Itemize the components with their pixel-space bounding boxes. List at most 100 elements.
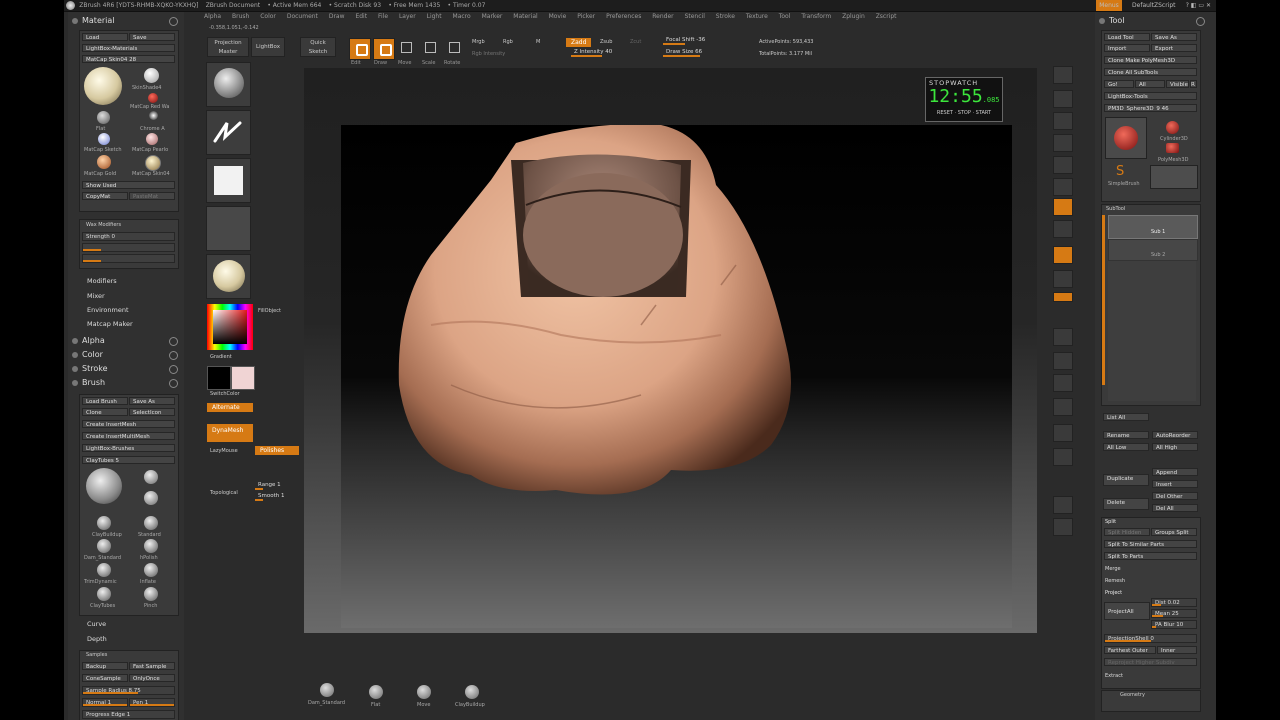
environment-section[interactable]: Environment bbox=[87, 306, 129, 314]
solo-button[interactable] bbox=[1053, 496, 1073, 514]
blank-slider[interactable] bbox=[255, 457, 301, 466]
select-icon-button[interactable]: SelectIcon bbox=[129, 408, 175, 416]
current-brush-slider[interactable]: ClayTubes 5 bbox=[82, 456, 175, 464]
lightbox-button[interactable]: LightBox bbox=[251, 37, 285, 57]
secondary-color-swatch[interactable] bbox=[231, 366, 255, 390]
menu-item[interactable]: Picker bbox=[577, 13, 595, 20]
spix-button[interactable] bbox=[1053, 90, 1073, 108]
lightbox-brushes-button[interactable]: LightBox›Brushes bbox=[82, 444, 175, 452]
rgb-button[interactable]: Rgb bbox=[503, 39, 513, 45]
curve-section[interactable]: Curve bbox=[87, 620, 106, 628]
menus-button[interactable]: Menus bbox=[1096, 0, 1122, 11]
polishes-button[interactable]: Polishes bbox=[255, 446, 299, 455]
save-brush-button[interactable]: Save As bbox=[129, 397, 175, 405]
brush-swatch[interactable] bbox=[97, 563, 111, 577]
load-material-button[interactable]: Load bbox=[82, 33, 128, 41]
insert-button[interactable]: Insert bbox=[1152, 480, 1198, 488]
brush-slot[interactable] bbox=[369, 685, 383, 699]
brush-thumbnail[interactable] bbox=[206, 62, 251, 107]
lightbox-materials-button[interactable]: LightBox›Materials bbox=[82, 44, 175, 52]
topological-button[interactable]: Topological bbox=[210, 490, 238, 496]
remesh-section[interactable]: Remesh bbox=[1105, 578, 1125, 584]
material-swatch[interactable] bbox=[144, 68, 159, 83]
geometry-label[interactable]: Geometry bbox=[1120, 692, 1145, 698]
mixer-section[interactable]: Mixer bbox=[87, 292, 105, 300]
brush-swatch[interactable] bbox=[144, 563, 158, 577]
polyf-button[interactable] bbox=[1053, 424, 1073, 442]
move-button[interactable] bbox=[396, 38, 416, 58]
xpose-button[interactable] bbox=[1053, 518, 1073, 536]
sample-radius-slider[interactable]: Sample Radius 8.75 bbox=[82, 686, 175, 695]
palette-float-icon[interactable] bbox=[169, 379, 178, 388]
current-material-preview[interactable] bbox=[84, 67, 122, 105]
mrgb-button[interactable]: Mrgb bbox=[472, 39, 485, 45]
tool-slot[interactable] bbox=[1150, 165, 1198, 189]
brush-swatch[interactable] bbox=[144, 539, 158, 553]
autoreorder-button[interactable]: AutoReorder bbox=[1152, 431, 1198, 439]
viewport[interactable]: STOPWATCH 12:55.085 RESET · STOP · START bbox=[304, 68, 1037, 633]
rgb-intensity-slider[interactable]: Rgb Intensity bbox=[472, 51, 505, 57]
draw-size-slider[interactable]: Draw Size 66 bbox=[663, 48, 735, 57]
floor-button[interactable] bbox=[1053, 220, 1073, 238]
brush-slot[interactable] bbox=[465, 685, 479, 699]
document-canvas[interactable] bbox=[341, 124, 1012, 628]
alpha-thumbnail[interactable] bbox=[206, 158, 251, 203]
brush-swatch[interactable] bbox=[144, 491, 158, 505]
zadd-button[interactable]: Zadd bbox=[566, 38, 592, 47]
menu-item[interactable]: Zplugin bbox=[842, 13, 865, 20]
save-material-button[interactable]: Save bbox=[129, 33, 175, 41]
scroll-button[interactable] bbox=[1053, 112, 1073, 130]
bpr-button[interactable] bbox=[1053, 66, 1073, 84]
all-low-button[interactable]: All Low bbox=[1103, 443, 1149, 451]
local-button[interactable] bbox=[1053, 246, 1073, 264]
farthest-outer-button[interactable]: Farthest Outer bbox=[1104, 646, 1156, 654]
mean-slider[interactable]: Mean 25 bbox=[1151, 609, 1197, 618]
rotate-view-button[interactable] bbox=[1053, 398, 1073, 416]
brush-swatch[interactable] bbox=[144, 470, 158, 484]
dist-slider[interactable]: Dist 0.02 bbox=[1151, 598, 1197, 607]
show-used-button[interactable]: Show Used bbox=[82, 181, 175, 189]
normal-slider[interactable]: Normal 1 bbox=[82, 698, 128, 707]
menu-item[interactable]: Render bbox=[652, 13, 673, 20]
menu-item[interactable]: Stencil bbox=[685, 13, 705, 20]
export-button[interactable]: Export bbox=[1151, 44, 1197, 52]
visible-button[interactable]: Visible bbox=[1166, 80, 1189, 88]
brush-slot[interactable] bbox=[320, 683, 334, 697]
depth-section[interactable]: Depth bbox=[87, 635, 107, 643]
menu-item[interactable]: Stroke bbox=[716, 13, 735, 20]
dynamesh-button[interactable]: DynaMesh bbox=[207, 424, 253, 442]
menu-item[interactable]: Alpha bbox=[204, 13, 221, 20]
current-brush-preview[interactable] bbox=[86, 468, 122, 504]
scale-button[interactable] bbox=[420, 38, 440, 58]
clone-make-polymesh-button[interactable]: Clone Make PolyMesh3D bbox=[1104, 56, 1197, 64]
modifiers-section[interactable]: Modifiers bbox=[87, 277, 117, 285]
palette-float-icon[interactable] bbox=[169, 17, 178, 26]
palette-float-icon[interactable] bbox=[169, 351, 178, 360]
material-swatch[interactable] bbox=[97, 155, 111, 169]
progress-edge-slider[interactable]: Progress Edge 1 bbox=[82, 710, 175, 719]
strength-slider[interactable]: Strength 0 bbox=[82, 232, 175, 241]
transp-button[interactable] bbox=[1053, 448, 1073, 466]
pen-slider[interactable]: Pen 1 bbox=[129, 698, 175, 707]
scale-view-button[interactable] bbox=[1053, 374, 1073, 392]
reproject-button[interactable]: Reproject Higher Subdiv bbox=[1104, 658, 1197, 666]
actual-button[interactable] bbox=[1053, 156, 1073, 174]
groups-split-button[interactable]: Groups Split bbox=[1151, 528, 1197, 536]
pastemat-button[interactable]: PasteMat bbox=[129, 192, 175, 200]
alpha-palette-title[interactable]: Alpha bbox=[68, 334, 184, 348]
all-high-button[interactable]: All High bbox=[1152, 443, 1198, 451]
menu-item[interactable]: Light bbox=[427, 13, 442, 20]
list-all-button[interactable]: List All bbox=[1103, 413, 1149, 421]
create-insertmesh-button[interactable]: Create InsertMesh bbox=[82, 420, 175, 428]
quick-sketch-button[interactable]: Quick Sketch bbox=[300, 37, 336, 57]
split-hidden-button[interactable]: Split Hidden bbox=[1104, 528, 1150, 536]
persp-button[interactable] bbox=[1053, 198, 1073, 216]
current-material-slider[interactable]: MatCap Skin04 28 bbox=[82, 55, 175, 63]
menu-item[interactable]: Zscript bbox=[876, 13, 897, 20]
inner-button[interactable]: Inner bbox=[1157, 646, 1197, 654]
xyz-button[interactable] bbox=[1053, 292, 1073, 302]
projectall-button[interactable]: ProjectAll bbox=[1104, 602, 1150, 620]
duplicate-button[interactable]: Duplicate bbox=[1103, 474, 1149, 486]
menu-item[interactable]: Layer bbox=[399, 13, 416, 20]
current-tool-thumbnail[interactable] bbox=[1105, 117, 1147, 159]
